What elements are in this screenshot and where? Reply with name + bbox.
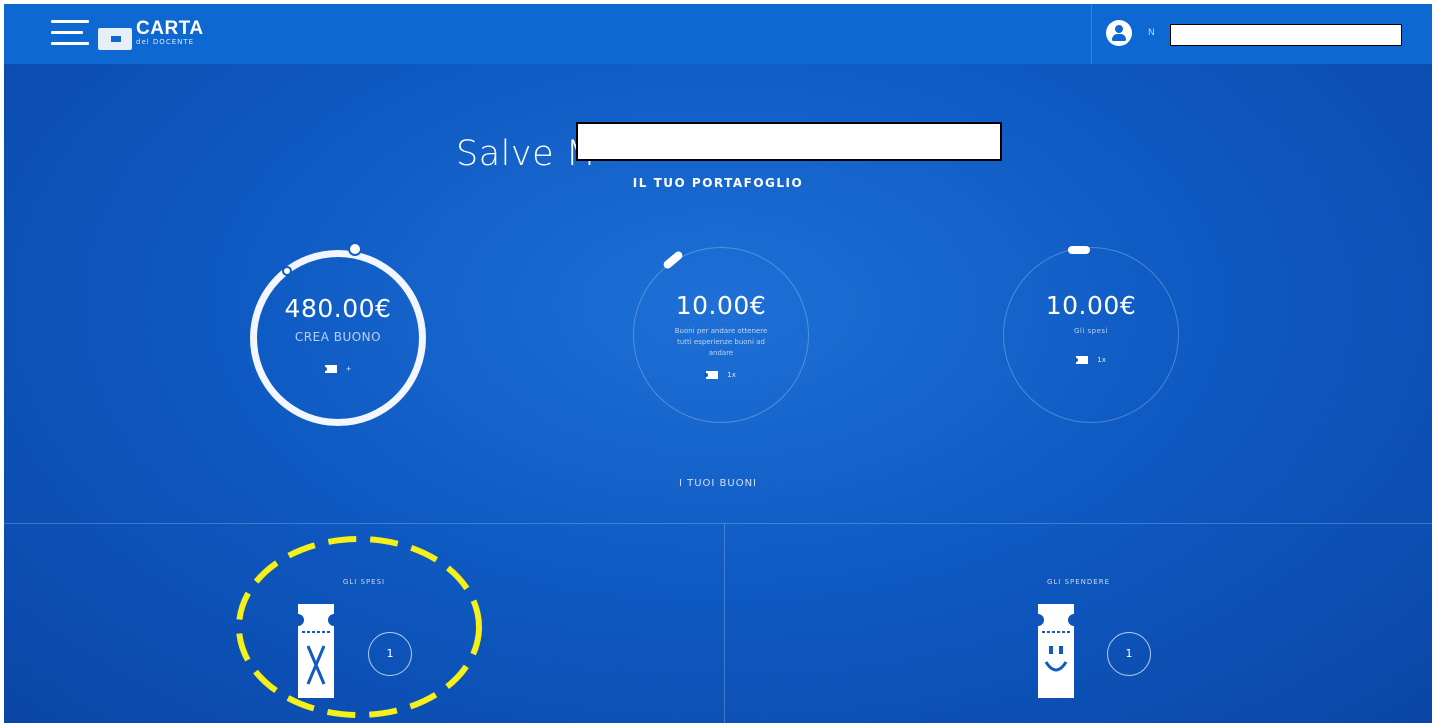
app-frame: CARTA del DOCENTE N Salve M IL TUO PORTA…: [4, 4, 1432, 723]
to-spend-count-badge: 1: [1107, 632, 1151, 676]
progress-knob-icon: [348, 242, 362, 256]
create-voucher-circle[interactable]: 480.00€ CREA BUONO +: [250, 250, 426, 426]
spent-voucher-circle[interactable]: 10.00€ Gli spesi 1x: [1003, 247, 1179, 423]
voucher-count-row: +: [257, 358, 419, 377]
spent-count: 1x: [1097, 355, 1106, 364]
experience-voucher-circle[interactable]: 10.00€ Buoni per andare ottenere tutti e…: [633, 247, 809, 423]
spent-label: Gli spesi: [1073, 327, 1109, 335]
ticket-icon: [1074, 355, 1089, 364]
experience-amount: 10.00€: [675, 291, 767, 320]
top-bar: CARTA del DOCENTE N: [4, 4, 1432, 64]
spent-count-badge: 1: [368, 632, 412, 676]
spent-vouchers-title: GLI SPESI: [342, 578, 386, 586]
create-voucher-label: CREA BUONO: [294, 330, 382, 344]
brand-subtitle: del DOCENTE: [136, 38, 195, 46]
smiley-ticket-icon: [1038, 604, 1074, 698]
used-ticket-icon: [298, 604, 334, 698]
experience-count-row: 1x: [634, 364, 808, 383]
experience-description: Buoni per andare ottenere tutti esperien…: [674, 327, 768, 357]
to-spend-vouchers-panel[interactable]: GLI SPENDERE 1: [725, 524, 1432, 723]
spent-vouchers-panel[interactable]: GLI SPESI 1: [4, 524, 725, 723]
voucher-count: +: [345, 364, 352, 373]
user-circle-icon[interactable]: [1106, 20, 1132, 46]
spent-count-row: 1x: [1004, 349, 1178, 368]
card-logo-icon: [98, 28, 132, 50]
experience-count: 1x: [727, 370, 736, 379]
ticket-icon: [704, 370, 719, 379]
my-vouchers-title: I TUOI BUONI: [678, 478, 758, 489]
progress-start-icon: [282, 266, 292, 276]
to-spend-vouchers-title: GLI SPENDERE: [1046, 578, 1111, 586]
brand-title: CARTA: [136, 18, 204, 39]
redacted-username: [1170, 24, 1402, 46]
wallet-title: IL TUO PORTAFOGLIO: [632, 176, 804, 190]
redacted-name: [576, 122, 1002, 161]
brand-logo[interactable]: CARTA del DOCENTE: [136, 19, 204, 46]
username-initial: N: [1148, 28, 1155, 38]
spent-amount: 10.00€: [1045, 291, 1137, 320]
ticket-tag-icon: [1068, 246, 1090, 254]
user-menu[interactable]: N: [1091, 4, 1432, 64]
balance-amount: 480.00€: [284, 294, 392, 323]
vouchers-panels: GLI SPESI 1 GLI SPENDERE 1: [4, 523, 1432, 723]
ticket-icon: [322, 364, 337, 373]
hamburger-icon[interactable]: [51, 20, 91, 48]
